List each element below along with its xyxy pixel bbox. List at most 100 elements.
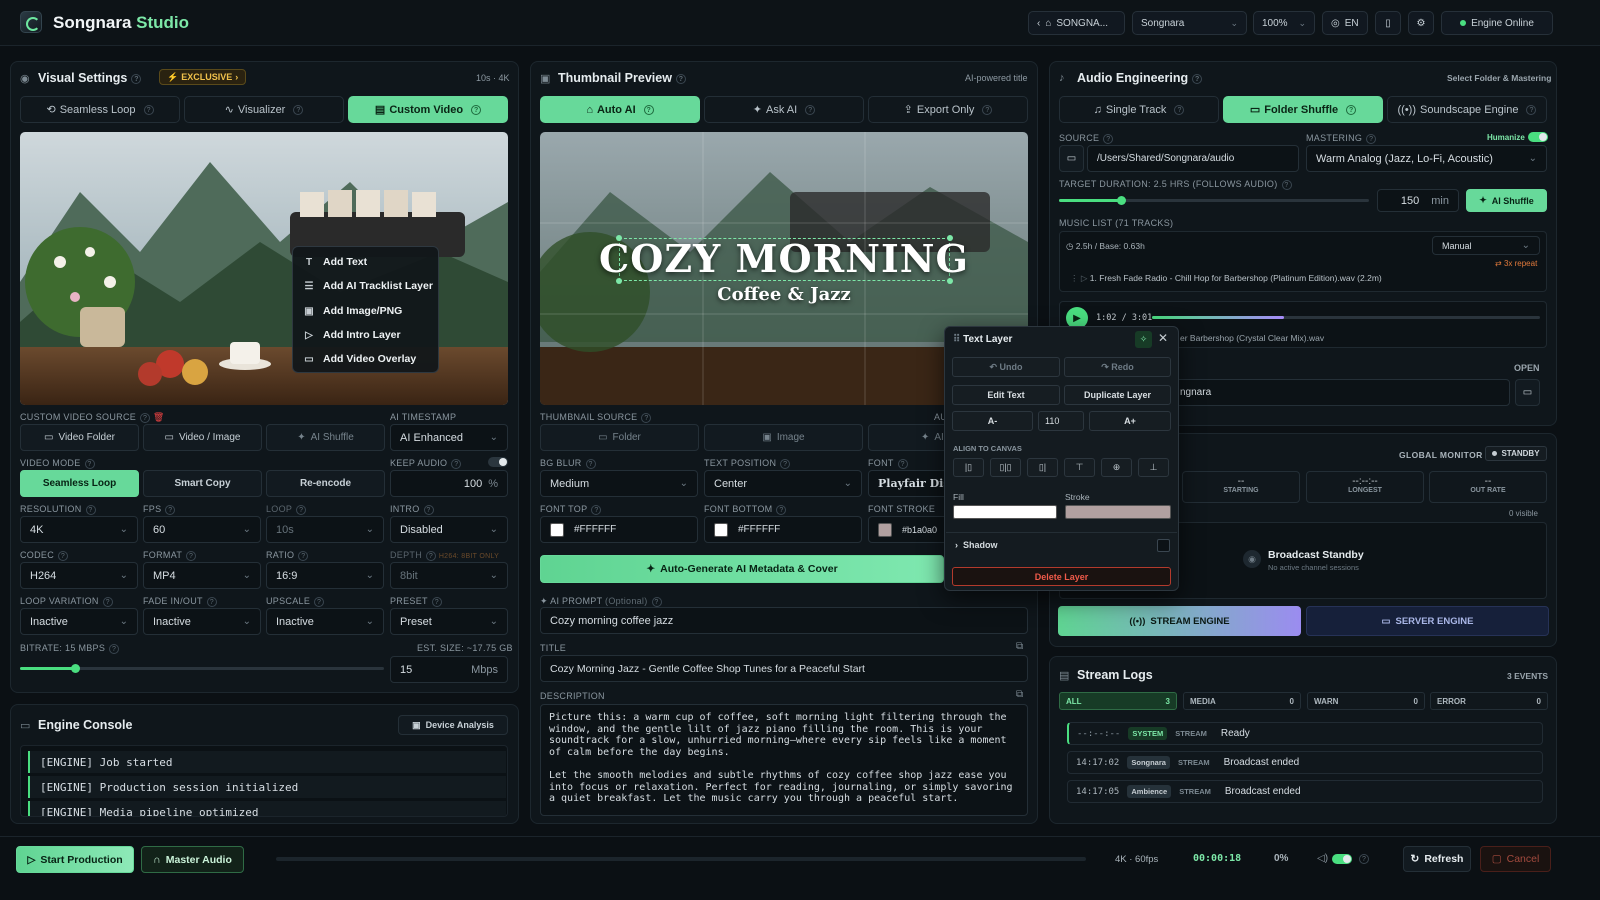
copy-icon[interactable]: ⧉	[1016, 689, 1023, 700]
upscale-select[interactable]: Inactive ⌄	[266, 608, 384, 635]
zoom-select[interactable]: 100% ⌄	[1253, 11, 1315, 35]
mode-re-encode[interactable]: Re-encode	[266, 470, 385, 497]
align-center-h-icon[interactable]: ▯|▯	[990, 458, 1021, 477]
video-image-button[interactable]: ▭ Video / Image	[143, 424, 262, 451]
format-select[interactable]: MP4 ⌄	[143, 562, 261, 589]
language-button[interactable]: ◎ EN	[1322, 11, 1368, 35]
shadow-checkbox[interactable]	[1157, 539, 1170, 552]
start-production-button[interactable]: ▷ Start Production	[16, 846, 134, 873]
copy-icon[interactable]: ⧉	[1016, 641, 1023, 652]
edit-text-button[interactable]: Edit Text	[952, 385, 1060, 405]
text-position-select[interactable]: Center ⌄	[704, 470, 862, 497]
mastering-select[interactable]: Warm Analog (Jazz, Lo-Fi, Acoustic) ⌄	[1306, 145, 1547, 172]
bg-blur-select[interactable]: Medium ⌄	[540, 470, 698, 497]
title-input[interactable]: Cozy Morning Jazz - Gentle Coffee Shop T…	[540, 655, 1028, 682]
mode-seamless-loop[interactable]: Seamless Loop	[20, 470, 139, 497]
exclusive-badge[interactable]: ⚡ EXCLUSIVE ›	[159, 69, 247, 85]
undo-button[interactable]: ↶ Undo	[952, 357, 1060, 377]
tab-export-only[interactable]: ⇪ Export Only?	[868, 96, 1028, 123]
tab-seamless-loop[interactable]: ⟲ Seamless Loop?	[20, 96, 180, 123]
font-bottom-color[interactable]: #FFFFFF	[704, 516, 862, 543]
color-swatch[interactable]	[714, 522, 728, 537]
docs-button[interactable]: ▯	[1375, 11, 1401, 35]
tab-custom-video[interactable]: ▤ Custom Video?	[348, 96, 508, 123]
filter-warn[interactable]: WARN 0	[1307, 692, 1425, 710]
cancel-button[interactable]: ▢ Cancel	[1480, 846, 1551, 872]
preset-select[interactable]: Preset ⌄	[390, 608, 508, 635]
align-middle-icon[interactable]: ⊕	[1101, 458, 1132, 477]
master-audio-button[interactable]: ∩ Master Audio	[141, 846, 244, 873]
tab-soundscape-engine[interactable]: ((•)) Soundscape Engine?	[1387, 96, 1547, 123]
ai-shuffle-button[interactable]: ✦ AI Shuffle	[266, 424, 385, 451]
menu-add-text[interactable]: T Add Text	[303, 250, 367, 274]
track-row[interactable]: ⋮ ▷ 1. Fresh Fade Radio - Chill Hop for …	[1070, 273, 1382, 284]
ai-shuffle-audio-button[interactable]: ✦ AI Shuffle	[1466, 189, 1547, 212]
humanize-toggle[interactable]	[1528, 132, 1548, 142]
thumb-image-button[interactable]: ▣ Image	[704, 424, 863, 451]
bitrate-input[interactable]: 15 Mbps	[390, 656, 508, 683]
align-top-icon[interactable]: ⊤	[1064, 458, 1095, 477]
filter-media[interactable]: MEDIA 0	[1183, 692, 1301, 710]
stream-engine-button[interactable]: ((•)) STREAM ENGINE	[1058, 606, 1301, 636]
align-left-icon[interactable]: |▯	[953, 458, 984, 477]
delete-layer-button[interactable]: Delete Layer	[952, 567, 1171, 586]
channel-folder-button[interactable]: ▭	[1515, 379, 1540, 406]
tab-auto-ai[interactable]: ⌂ Auto AI?	[540, 96, 700, 123]
font-stroke-color[interactable]: #b1a0a0	[868, 516, 948, 543]
color-swatch[interactable]	[550, 522, 564, 537]
color-swatch[interactable]	[878, 522, 892, 537]
thumb-ai-button[interactable]: ✦ AI	[868, 424, 948, 451]
font-size-up-button[interactable]: A+	[1089, 411, 1171, 431]
align-right-icon[interactable]: ▯|	[1027, 458, 1058, 477]
ratio-select[interactable]: 16:9 ⌄	[266, 562, 384, 589]
menu-add-intro[interactable]: ▷ Add Intro Layer	[303, 323, 400, 347]
duplicate-layer-button[interactable]: Duplicate Layer	[1064, 385, 1171, 405]
magic-icon[interactable]: ✧	[1135, 331, 1152, 348]
refresh-button[interactable]: ↻ Refresh	[1403, 846, 1471, 872]
tab-folder-shuffle[interactable]: ▭ Folder Shuffle?	[1223, 96, 1383, 123]
video-folder-button[interactable]: ▭ Video Folder	[20, 424, 139, 451]
source-path-input[interactable]: /Users/Shared/Songnara/audio	[1087, 145, 1299, 172]
filter-all[interactable]: ALL 3	[1059, 692, 1177, 710]
keep-audio-volume[interactable]: 100%	[390, 470, 508, 497]
font-size-input[interactable]: 110	[1038, 411, 1084, 431]
mode-smart-copy[interactable]: Smart Copy	[143, 470, 262, 497]
loop-select[interactable]: 10s ⌄	[266, 516, 384, 543]
resolution-select[interactable]: 4K ⌄	[20, 516, 138, 543]
ai-timestamp-select[interactable]: AI Enhanced ⌄	[390, 424, 508, 451]
align-bottom-icon[interactable]: ⊥	[1138, 458, 1169, 477]
codec-select[interactable]: H264 ⌄	[20, 562, 138, 589]
order-select[interactable]: Manual ⌄	[1432, 236, 1540, 255]
fill-color-swatch[interactable]	[953, 505, 1057, 519]
player-progress[interactable]	[1152, 316, 1540, 319]
font-size-down-button[interactable]: A-	[952, 411, 1033, 431]
tab-ask-ai[interactable]: ✦ Ask AI?	[704, 96, 864, 123]
bitrate-slider[interactable]	[20, 664, 384, 673]
delete-icon[interactable]: 🗑	[153, 412, 165, 422]
open-folder-button[interactable]: ▭	[1059, 145, 1084, 172]
filter-error[interactable]: ERROR 0	[1430, 692, 1548, 710]
auto-generate-button[interactable]: ✦ Auto-Generate AI Metadata & Cover	[540, 555, 944, 583]
tab-single-track[interactable]: ♫ Single Track?	[1059, 96, 1219, 123]
server-engine-button[interactable]: ▭ SERVER ENGINE	[1306, 606, 1549, 636]
duration-slider[interactable]	[1059, 196, 1369, 205]
breadcrumb-button[interactable]: ‹ ⌂ SONGNA...	[1028, 11, 1125, 35]
device-analysis-button[interactable]: ▣ Device Analysis	[398, 715, 508, 735]
intro-select[interactable]: Disabled ⌄	[390, 516, 508, 543]
menu-add-image[interactable]: ▣ Add Image/PNG	[303, 299, 402, 323]
fade-select[interactable]: Inactive ⌄	[143, 608, 261, 635]
menu-add-tracklist[interactable]: ☰ Add AI Tracklist Layer	[303, 274, 433, 298]
close-icon[interactable]: ✕	[1158, 331, 1168, 345]
font-select[interactable]: Playfair Displ	[868, 470, 948, 497]
ai-prompt-input[interactable]: Cozy morning coffee jazz	[540, 607, 1028, 634]
depth-select[interactable]: 8bit ⌄	[390, 562, 508, 589]
fps-select[interactable]: 60 ⌄	[143, 516, 261, 543]
stroke-color-swatch[interactable]	[1065, 505, 1171, 519]
keep-audio-toggle[interactable]	[488, 457, 508, 467]
menu-add-video-overlay[interactable]: ▭ Add Video Overlay	[303, 347, 416, 371]
audio-monitor-toggle[interactable]	[1332, 854, 1352, 864]
thumb-folder-button[interactable]: ▭ Folder	[540, 424, 699, 451]
description-textarea[interactable]: Picture this: a warm cup of coffee, soft…	[540, 704, 1028, 816]
duration-knob[interactable]	[1117, 196, 1126, 205]
settings-button[interactable]: ⚙	[1408, 11, 1434, 35]
